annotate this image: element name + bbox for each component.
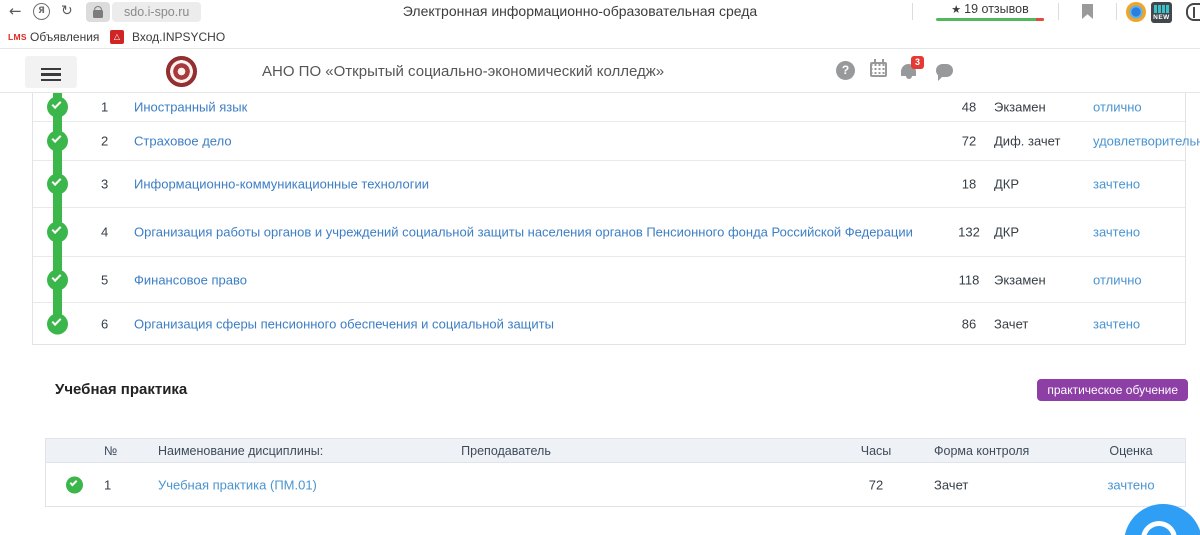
row-number: 6 xyxy=(101,317,108,332)
practice-type-badge: практическое обучение xyxy=(1037,379,1188,401)
extension-browser-icon[interactable] xyxy=(1126,2,1146,22)
browser-logo-icon[interactable]: Я xyxy=(33,3,50,20)
toolbar-divider xyxy=(1058,3,1059,20)
toolbar-divider xyxy=(1116,3,1117,20)
discipline-link[interactable]: Учебная практика (ПМ.01) xyxy=(158,477,317,492)
table-header-row: № Наименование дисциплины: Преподаватель… xyxy=(46,439,1185,463)
completed-check-icon xyxy=(66,476,83,493)
notification-badge: 3 xyxy=(911,56,924,69)
completed-check-icon xyxy=(47,131,68,152)
control-form-value: Зачет xyxy=(934,477,968,492)
discipline-link[interactable]: Страховое дело xyxy=(134,133,934,150)
college-name: АНО ПО «Открытый социально-экономический… xyxy=(262,63,664,80)
control-form-value: Зачет xyxy=(994,317,1028,332)
table-row: 4 Организация работы органов и учреждени… xyxy=(33,208,1185,257)
lms-favicon: LMS xyxy=(8,32,27,42)
header-discipline: Наименование дисциплины: xyxy=(158,444,323,458)
row-number: 1 xyxy=(104,477,111,492)
row-number: 5 xyxy=(101,272,108,287)
inpsycho-favicon: △ xyxy=(110,30,124,44)
toolbar-divider xyxy=(912,3,913,20)
control-form-value: ДКР xyxy=(994,225,1019,240)
completed-check-icon xyxy=(47,314,68,335)
calendar-icon[interactable] xyxy=(870,62,887,77)
grade-link[interactable]: зачтено xyxy=(1093,317,1140,332)
page-title: Электронная информационно-образовательна… xyxy=(250,3,910,19)
control-form-value: Экзамен xyxy=(994,100,1046,115)
progress-timeline xyxy=(53,93,62,331)
chat-widget-logo xyxy=(1141,521,1177,535)
notifications-icon[interactable]: 3 xyxy=(901,62,927,84)
discipline-link[interactable]: Иностранный язык xyxy=(134,99,934,116)
hours-value: 72 xyxy=(941,134,997,149)
completed-check-icon xyxy=(47,222,68,243)
lock-body xyxy=(93,10,103,18)
bookmark-icon[interactable] xyxy=(1082,4,1093,19)
hours-value: 118 xyxy=(941,272,997,287)
extension-new-icon[interactable]: NEW xyxy=(1151,2,1172,23)
table-row: 3 Информационно-коммуникационные техноло… xyxy=(33,161,1185,208)
hours-value: 86 xyxy=(941,317,997,332)
college-logo xyxy=(166,56,197,87)
back-icon[interactable]: ← xyxy=(9,1,22,21)
menu-button[interactable] xyxy=(25,56,77,88)
app-header: АНО ПО «Открытый социально-экономический… xyxy=(0,50,1200,93)
messages-icon[interactable] xyxy=(936,64,953,77)
grades-table: 1 Иностранный язык 48 Экзамен отлично 2 … xyxy=(32,93,1186,345)
table-row: 6 Организация сферы пенсионного обеспече… xyxy=(33,303,1185,345)
skyline-icon xyxy=(1154,5,1169,13)
hours-value: 72 xyxy=(846,477,906,492)
bookmarks-bar: LMS Объявления △ Вход.INPSYCHO xyxy=(0,24,1200,49)
completed-check-icon xyxy=(47,269,68,290)
discipline-link[interactable]: Финансовое право xyxy=(134,271,934,288)
table-row: 1 Учебная практика (ПМ.01) 72 Зачет зачт… xyxy=(46,463,1185,506)
reviews-rating-bar xyxy=(936,18,1044,21)
ssl-lock-icon[interactable] xyxy=(86,2,110,22)
grade-link[interactable]: отлично xyxy=(1093,272,1142,287)
header-number: № xyxy=(104,444,117,458)
grade-link[interactable]: отлично xyxy=(1093,100,1142,115)
practice-table: № Наименование дисциплины: Преподаватель… xyxy=(45,438,1186,507)
control-form-value: Диф. зачет xyxy=(994,134,1060,149)
grade-link[interactable]: удовлетворительно xyxy=(1093,134,1200,149)
discipline-link[interactable]: Информационно-коммуникационные технологи… xyxy=(134,176,934,193)
header-control-form: Форма контроля xyxy=(934,444,1029,458)
hours-value: 132 xyxy=(941,225,997,240)
bookmark-inpsycho[interactable]: Вход.INPSYCHO xyxy=(132,30,225,44)
grade-link[interactable]: зачтено xyxy=(1091,477,1171,492)
row-number: 2 xyxy=(101,134,108,149)
row-number: 4 xyxy=(101,225,108,240)
header-grade: Оценка xyxy=(1091,444,1171,458)
control-form-value: ДКР xyxy=(994,177,1019,192)
browser-toolbar: ← Я ↻ sdo.i-spo.ru Электронная информаци… xyxy=(0,0,1200,24)
row-number: 3 xyxy=(101,177,108,192)
new-badge-label: NEW xyxy=(1151,14,1172,21)
address-bar[interactable]: sdo.i-spo.ru xyxy=(112,2,201,22)
row-number: 1 xyxy=(101,100,108,115)
completed-check-icon xyxy=(47,174,68,195)
star-icon: ★ xyxy=(951,3,961,16)
screen: ← Я ↻ sdo.i-spo.ru Электронная информаци… xyxy=(0,0,1200,535)
table-row: 5 Финансовое право 118 Экзамен отлично xyxy=(33,257,1185,303)
hours-value: 18 xyxy=(941,177,997,192)
section-title: Учебная практика xyxy=(55,381,187,398)
header-teacher: Преподаватель xyxy=(426,444,586,458)
discipline-link[interactable]: Организация сферы пенсионного обеспечени… xyxy=(134,316,934,333)
table-row: 2 Страховое дело 72 Диф. зачет удовлетво… xyxy=(33,122,1185,161)
refresh-icon[interactable]: ↻ xyxy=(61,1,73,21)
hand-icon[interactable] xyxy=(1186,3,1200,21)
help-icon[interactable]: ? xyxy=(836,61,855,80)
reviews-button[interactable]: ★19 отзывов xyxy=(936,2,1044,21)
grade-link[interactable]: зачтено xyxy=(1093,177,1140,192)
hours-value: 48 xyxy=(941,100,997,115)
bookmark-announcements[interactable]: Объявления xyxy=(30,30,99,44)
grade-link[interactable]: зачтено xyxy=(1093,225,1140,240)
chat-widget-button[interactable] xyxy=(1124,504,1200,535)
table-row: 1 Иностранный язык 48 Экзамен отлично xyxy=(33,93,1185,122)
control-form-value: Экзамен xyxy=(994,272,1046,287)
header-hours: Часы xyxy=(846,444,906,458)
discipline-link[interactable]: Организация работы органов и учреждений … xyxy=(134,224,934,241)
completed-check-icon xyxy=(47,97,68,118)
reviews-label: 19 отзывов xyxy=(964,2,1029,16)
